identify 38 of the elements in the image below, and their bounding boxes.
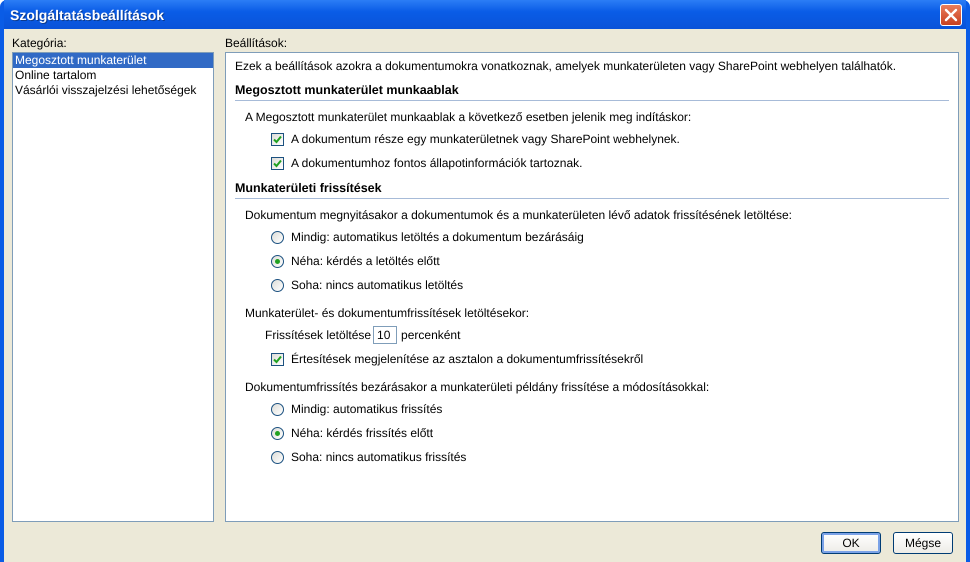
radio-label: Soha: nincs automatikus frissítés — [291, 450, 466, 464]
category-item[interactable]: Vásárlói visszajelzési lehetőségek — [13, 83, 213, 98]
settings-label: Beállítások: — [225, 35, 288, 52]
window-title: Szolgáltatásbeállítások — [10, 6, 164, 22]
group-label: Munkaterület- és dokumentumfrissítések letöltésekor: — [245, 305, 530, 322]
category-label: Kategória: — [12, 35, 68, 52]
radio-button[interactable] — [271, 230, 284, 244]
group-label: Dokumentum megnyitásakor a dokumentumok és a munkaterületen lévő adatok frissítésének letöltése: — [245, 207, 793, 224]
category-item[interactable]: Online tartalom — [13, 68, 213, 83]
close-button[interactable] — [940, 4, 962, 26]
category-item[interactable]: Megosztott munkaterület — [13, 53, 213, 68]
checkbox[interactable] — [271, 156, 284, 170]
radio-button[interactable] — [271, 254, 284, 268]
description-text: Ezek a beállítások azokra a dokumentumokra vonatkoznak, amelyek munkaterületen vagy SharePoint webhelyen találhatók. — [235, 59, 898, 73]
group-label: Dokumentumfrissítés bezárásakor a munkaterületi példány frissítése a módosításokkal: — [245, 379, 710, 396]
dialog-button[interactable]: OK — [821, 532, 881, 554]
radio-label: Néha: kérdés frissítés előtt — [291, 426, 434, 440]
radio-label: Néha: kérdés a letöltés előtt — [291, 254, 440, 268]
radio-label: Soha: nincs automatikus letöltés — [291, 278, 464, 292]
radio-button[interactable] — [271, 402, 284, 416]
close-icon — [944, 8, 958, 22]
radio-button[interactable] — [271, 278, 284, 292]
checkbox-label: A dokumentum része egy munkaterületnek vagy SharePoint webhelynek. — [291, 132, 680, 146]
checkbox[interactable] — [271, 352, 284, 366]
unit-label: percenként — [401, 328, 460, 342]
section-heading: Megosztott munkaterület munkaablak — [235, 83, 949, 101]
minutes-field[interactable]: 10 — [373, 326, 398, 344]
group-label: A Megosztott munkaterület munkaablak a következő esetben jelenik meg indításkor: — [245, 109, 692, 126]
radio-label: Mindig: automatikus letöltés a dokumentum bezárásáig — [291, 230, 584, 244]
radio-label: Mindig: automatikus frissítés — [291, 402, 442, 416]
section-heading: Munkaterületi frissítések — [235, 181, 949, 199]
checkbox-label: A dokumentumhoz fontos állapotinformációk tartoznak. — [291, 156, 582, 170]
checkbox[interactable] — [271, 132, 284, 146]
radio-button[interactable] — [271, 426, 284, 440]
checkbox-label: Értesítések megjelenítése az asztalon a dokumentumfrissítésekről — [291, 352, 644, 366]
dialog-button[interactable]: Mégse — [893, 532, 953, 554]
radio-button[interactable] — [271, 450, 284, 464]
field-label: Frissítések letöltése — [265, 328, 372, 342]
